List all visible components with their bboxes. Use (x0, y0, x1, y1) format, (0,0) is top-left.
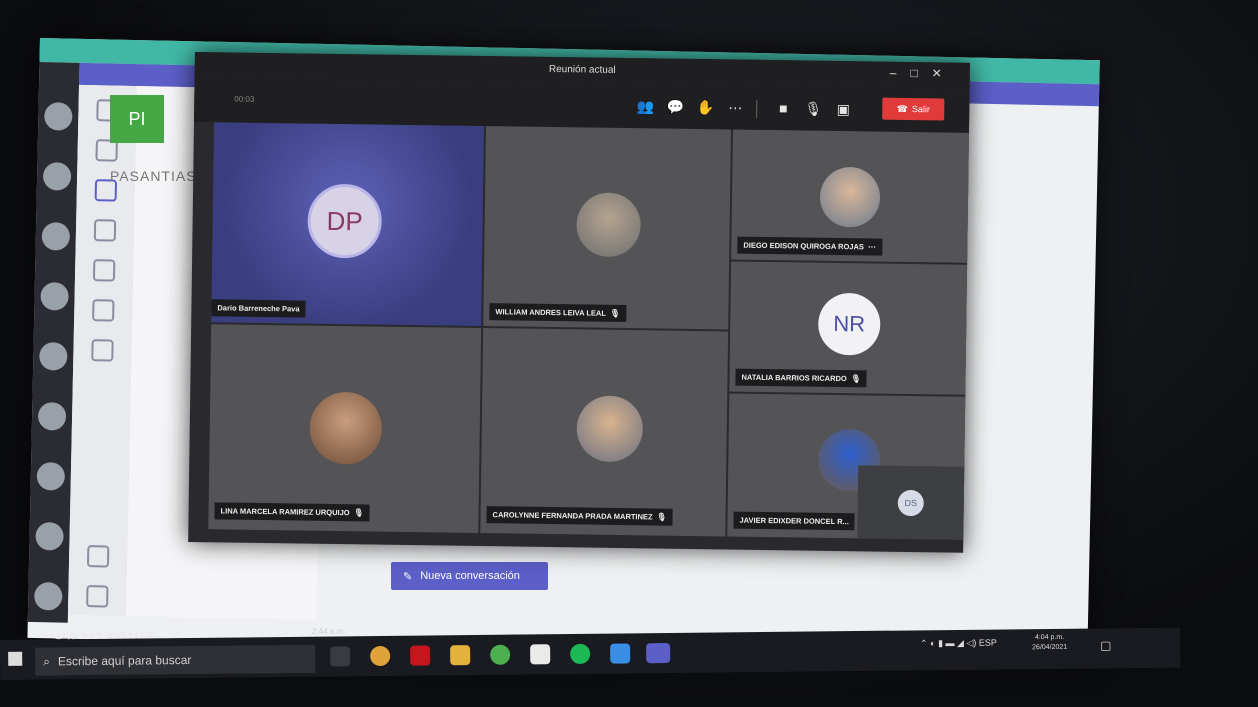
avatar[interactable] (34, 582, 63, 611)
notifications-icon[interactable]: ▢ (1100, 638, 1111, 652)
participant-tile[interactable]: NR NATALIA BARRIOS RICARDO 🎙 (729, 261, 968, 395)
chat-icon[interactable]: 💬 (664, 97, 686, 117)
participant-tile[interactable]: DIEGO EDISON QUIROGA ROJAS ⋯ (731, 129, 969, 263)
windows-start-icon[interactable] (8, 651, 23, 666)
meeting-timer: 00:03 (234, 94, 255, 104)
reactions-icon[interactable]: ✋ (694, 97, 716, 117)
participant-name: LINA MARCELA RAMIREZ URQUIJO 🎙 (214, 502, 370, 522)
team-name: PASANTIAS (110, 168, 197, 184)
participant-name: WILLIAM ANDRES LEIVA LEAL 🎙 (489, 303, 627, 323)
mic-muted-icon: 🎙 (850, 374, 862, 384)
chrome-icon[interactable] (370, 645, 391, 667)
calls-icon[interactable] (92, 299, 115, 322)
photos-icon[interactable] (490, 644, 511, 665)
mail-icon[interactable] (610, 643, 631, 664)
avatar[interactable] (44, 102, 73, 131)
participant-name: CAROLYNNE FERNANDA PRADA MARTINEZ 🎙 (486, 506, 673, 526)
camera-icon[interactable]: ■ (772, 98, 794, 118)
apps-icon[interactable] (86, 545, 110, 568)
avatar: DP (307, 183, 383, 259)
task-view-icon[interactable] (330, 646, 351, 667)
more-options-icon[interactable]: ⋯ (724, 97, 746, 117)
search-input[interactable]: ⌕ Escribe aquí para buscar (35, 644, 316, 676)
meeting-window: Reunión actual –□✕ 00:03 👥 💬 ✋ ⋯ ■ 🎙 ▣ ☎… (188, 52, 970, 553)
language-indicator[interactable]: ESP (979, 638, 997, 648)
participant-tile[interactable]: JAVIER EDIXDER DONCEL R... DS (727, 393, 966, 540)
participant-tile[interactable]: LINA MARCELA RAMIREZ URQUIJO 🎙 (208, 324, 482, 534)
avatar[interactable] (41, 222, 71, 251)
avatar[interactable] (35, 522, 64, 551)
assignments-icon[interactable] (92, 259, 116, 282)
participant-tile[interactable]: WILLIAM ANDRES LEIVA LEAL 🎙 (483, 126, 731, 330)
more-icon: ⋯ (867, 242, 876, 252)
new-conversation-button[interactable]: ✎ Nueva conversación (391, 562, 548, 590)
avatar[interactable] (40, 282, 69, 311)
mic-muted-icon: 🎙 (656, 512, 667, 522)
clock-date: 26/04/2021 (1032, 643, 1068, 652)
participant-photo (576, 395, 644, 463)
mic-muted-icon: 🎙 (609, 308, 621, 318)
avatar[interactable] (37, 402, 67, 431)
mic-muted-icon[interactable]: 🎙 (802, 98, 824, 118)
avatar: NR (817, 292, 881, 356)
notification-time: 2:44 a.m. (312, 627, 346, 636)
teams-taskbar-icon[interactable] (646, 642, 671, 664)
self-preview[interactable]: DS (857, 465, 965, 540)
participant-name: JAVIER EDIXDER DONCEL R... (733, 511, 855, 531)
participant-photo (309, 391, 383, 465)
clock-time: 4:04 p.m. (1034, 633, 1065, 642)
new-conversation-label: Nueva conversación (420, 570, 520, 582)
help-icon[interactable] (86, 585, 109, 608)
hangup-icon: ☎ (896, 103, 908, 114)
participant-name: Dario Barreneche Pava (211, 299, 306, 318)
window-controls[interactable]: –□✕ (890, 66, 956, 81)
spotify-icon[interactable] (570, 643, 591, 665)
leave-button[interactable]: ☎ Salir (882, 97, 945, 121)
compose-icon: ✎ (403, 570, 413, 583)
avatar: DS (897, 489, 924, 517)
netflix-icon[interactable] (410, 645, 431, 666)
search-placeholder: Escribe aquí para buscar (57, 652, 192, 669)
participants-icon[interactable]: 👥 (634, 96, 656, 116)
participant-name: NATALIA BARRIOS RICARDO 🎙 (735, 368, 868, 388)
store-icon[interactable] (530, 644, 551, 665)
share-screen-icon[interactable]: ▣ (832, 99, 854, 119)
participant-tile[interactable]: CAROLYNNE FERNANDA PRADA MARTINEZ 🎙 (480, 328, 729, 537)
files-icon[interactable] (91, 339, 114, 362)
avatar[interactable] (42, 162, 72, 191)
file-explorer-icon[interactable] (450, 645, 471, 666)
leave-label: Salir (911, 104, 930, 115)
system-tray[interactable]: ⌃ ◐ ▮ ▬ ◢ ◁) ESP (920, 638, 997, 650)
avatar[interactable] (39, 342, 68, 371)
mic-muted-icon: 🎙 (353, 508, 364, 518)
participant-photo (819, 166, 881, 228)
avatar[interactable] (36, 462, 66, 491)
clock[interactable]: 4:04 p.m. 26/04/2021 (1032, 633, 1067, 653)
participant-name: DIEGO EDISON QUIROGA ROJAS ⋯ (737, 236, 883, 256)
calendar-icon[interactable] (93, 219, 117, 242)
participant-tile-active[interactable]: DP Dario Barreneche Pava (211, 122, 484, 327)
team-tile[interactable]: PI (110, 95, 164, 143)
toolbar-divider (756, 99, 758, 118)
search-icon: ⌕ (43, 653, 51, 669)
participant-photo (576, 192, 642, 258)
